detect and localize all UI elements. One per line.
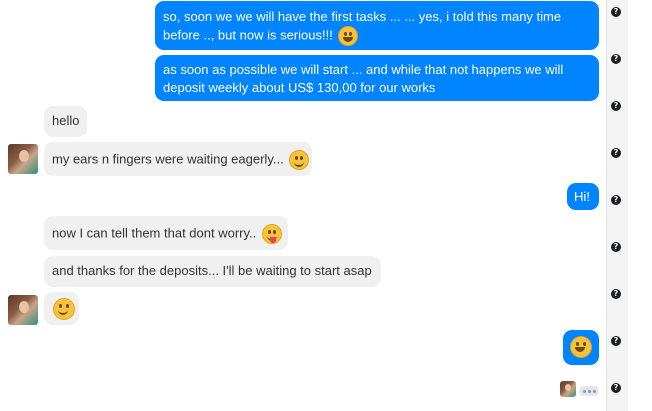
incoming-message[interactable]: [44, 292, 79, 325]
help-icon[interactable]: ?: [611, 7, 621, 17]
message-text: and thanks for the deposits... I'll be w…: [52, 263, 372, 278]
help-icon[interactable]: ?: [611, 242, 621, 252]
message-text: as soon as possible we will start ... an…: [163, 62, 564, 77]
help-icon[interactable]: ?: [611, 54, 621, 64]
incoming-message[interactable]: hello: [44, 106, 87, 137]
grinning-face-emoji-icon: [570, 336, 592, 358]
outgoing-message[interactable]: Hi!: [567, 183, 599, 210]
outgoing-message[interactable]: as soon as possible we will start ... an…: [155, 55, 599, 101]
help-icon[interactable]: ?: [611, 101, 621, 111]
slightly-smiling-face-emoji-icon: [289, 150, 310, 170]
help-icon[interactable]: ?: [611, 148, 621, 158]
message-text: hello: [52, 113, 80, 128]
incoming-message[interactable]: my ears n fingers were waiting eagerly..…: [44, 142, 312, 176]
help-icon[interactable]: ?: [611, 195, 621, 205]
message-text: so, soon we we will have the first tasks…: [163, 9, 562, 24]
incoming-message[interactable]: now I can tell them that dont worry..: [44, 216, 288, 250]
message-text: now I can tell them that dont worry..: [52, 225, 257, 241]
chat-thread: so, soon we we will have the first tasks…: [0, 0, 606, 411]
contact-avatar[interactable]: [8, 144, 38, 174]
outgoing-message[interactable]: so, soon we we will have the first tasks…: [155, 1, 599, 50]
message-text: deposit weekly about US$ 130,00 for our …: [163, 80, 436, 95]
face-with-tongue-emoji-icon: [261, 224, 282, 244]
help-icon[interactable]: ?: [611, 383, 621, 393]
slightly-smiling-face-emoji-icon: [53, 298, 75, 320]
contact-avatar[interactable]: [8, 295, 38, 325]
contact-avatar-small: [560, 381, 576, 397]
message-text: before .., but now is serious!!!: [163, 27, 333, 43]
message-text: my ears n fingers were waiting eagerly..…: [52, 151, 284, 167]
grinning-face-emoji-icon: [338, 26, 359, 46]
message-text: Hi!: [574, 189, 590, 204]
help-icon[interactable]: ?: [611, 289, 621, 299]
help-icon[interactable]: ?: [611, 336, 621, 346]
typing-indicator: [579, 386, 599, 396]
outgoing-message[interactable]: [563, 330, 599, 365]
incoming-message[interactable]: and thanks for the deposits... I'll be w…: [44, 256, 381, 287]
